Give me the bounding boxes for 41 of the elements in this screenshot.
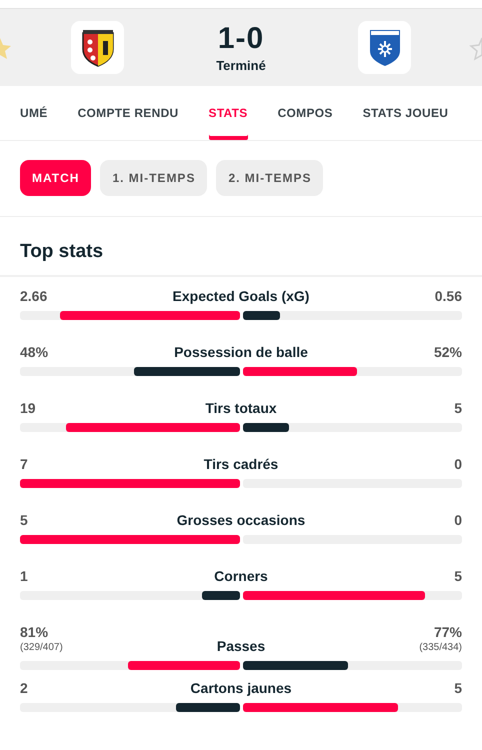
tab[interactable]: COMPTE RENDU [78, 86, 179, 140]
stat-name: Cartons jaunes [190, 680, 292, 697]
away-value: 0 [454, 512, 462, 529]
home-detail: (329/407) [20, 641, 63, 655]
away-value: 5 [454, 400, 462, 417]
away-crest[interactable] [358, 21, 411, 74]
shield-crest-icon [82, 28, 114, 66]
away-value: 0 [454, 456, 462, 473]
away-value: 0.56 [434, 288, 462, 305]
stat-name: Corners [214, 568, 268, 585]
period-chip[interactable]: 1. MI-TEMPS [100, 160, 208, 196]
tab[interactable]: UMÉ [20, 86, 48, 140]
home-value: 1 [20, 568, 28, 585]
match-status: Terminé [216, 58, 266, 73]
section-title: Top stats [0, 217, 482, 277]
away-value: 77% [434, 624, 462, 641]
home-value: 19 [20, 400, 36, 417]
stat-name: Grosses occasions [176, 512, 306, 529]
home-value: 5 [20, 512, 28, 529]
period-chip[interactable]: MATCH [20, 160, 92, 196]
home-value: 48% [20, 344, 48, 361]
home-value: 7 [20, 456, 28, 473]
away-detail: (335/434) [419, 641, 462, 655]
stat-name: Passes [216, 638, 266, 655]
match-score: 1-0 [218, 22, 264, 56]
tab[interactable]: COMPOS [278, 86, 333, 140]
away-value: 52% [434, 344, 462, 361]
away-value: 5 [454, 680, 462, 697]
stat-name: Tirs cadrés [204, 456, 278, 473]
away-value: 5 [454, 568, 462, 585]
home-value: 81% [20, 624, 48, 641]
tab[interactable]: STATS JOUEU [362, 86, 448, 140]
home-value: 2.66 [20, 288, 48, 305]
tab[interactable]: STATS [208, 86, 248, 140]
shield-crest-icon [368, 28, 400, 66]
home-value: 2 [20, 680, 28, 697]
stat-name: Expected Goals (xG) [172, 288, 310, 305]
home-crest[interactable] [71, 21, 124, 74]
stat-name: Possession de balle [174, 344, 308, 361]
stat-name: Tirs totaux [205, 400, 277, 417]
period-chip[interactable]: 2. MI-TEMPS [216, 160, 324, 196]
